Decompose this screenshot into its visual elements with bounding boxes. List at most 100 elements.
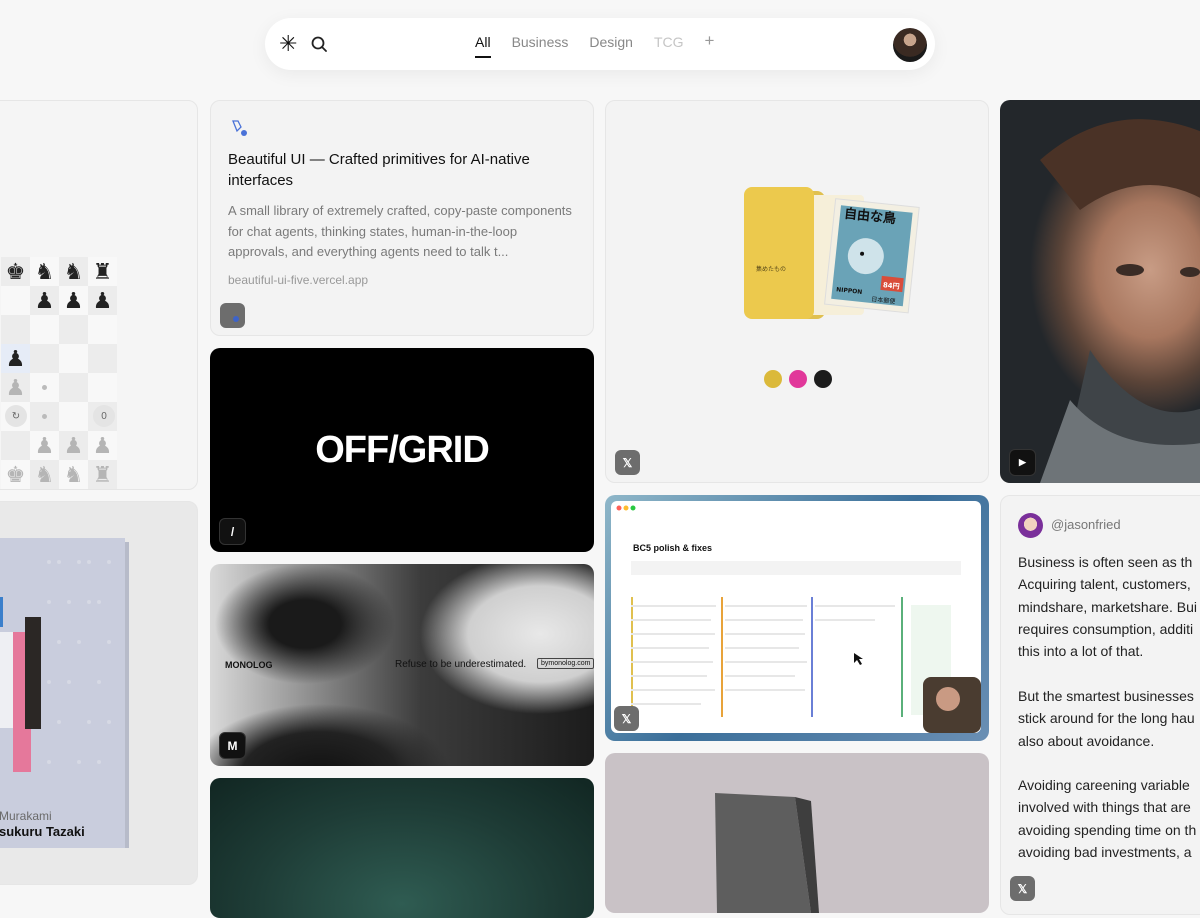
chess-square[interactable] bbox=[30, 402, 59, 431]
chess-square[interactable] bbox=[30, 373, 59, 402]
x-source-icon: 𝕏 bbox=[615, 450, 640, 475]
chess-square[interactable]: ♟ bbox=[59, 431, 88, 460]
chess-piece[interactable]: ♟ bbox=[64, 289, 84, 312]
chess-square[interactable]: ♜ bbox=[88, 460, 117, 489]
folder-label: 集めたもの bbox=[756, 265, 786, 273]
folder-stamp-card[interactable]: 自由な鳥 NIPPON 84円 日本郵便 集めたもの 𝕏 bbox=[605, 100, 989, 483]
tab-tcg[interactable]: TCG bbox=[654, 34, 684, 58]
teal-gradient-card[interactable] bbox=[210, 778, 594, 918]
chess-square[interactable]: ♟ bbox=[30, 431, 59, 460]
chess-square[interactable] bbox=[30, 315, 59, 344]
chess-piece[interactable]: ♚ bbox=[6, 260, 26, 283]
top-nav-bar: ✳ All Business Design TCG + bbox=[265, 18, 935, 70]
card-description: A small library of extremely crafted, co… bbox=[228, 203, 572, 259]
move-hint-dot[interactable] bbox=[42, 385, 47, 390]
card-url[interactable]: beautiful-ui-five.vercel.app bbox=[228, 273, 368, 287]
chess-square[interactable] bbox=[1, 315, 30, 344]
chess-square[interactable]: ♟ bbox=[59, 286, 88, 315]
kanban-board-image bbox=[616, 505, 981, 733]
chess-square[interactable] bbox=[1, 286, 30, 315]
x-source-icon: 𝕏 bbox=[1010, 876, 1035, 901]
portrait-video-card[interactable]: ▶ bbox=[1000, 100, 1200, 483]
reset-board-icon[interactable]: ↻ bbox=[5, 405, 27, 427]
chess-piece[interactable]: ♞ bbox=[35, 463, 55, 486]
chess-piece[interactable]: ♟ bbox=[93, 289, 113, 312]
youtube-icon: ▶ bbox=[1009, 449, 1036, 476]
tweet-paragraph-3: Avoiding careening variable involved wit… bbox=[1018, 777, 1197, 860]
chess-piece[interactable]: ♟ bbox=[6, 347, 26, 370]
chess-square[interactable] bbox=[1, 431, 30, 460]
book-author: Murakami bbox=[0, 809, 52, 823]
object-photo-card[interactable] bbox=[605, 753, 989, 913]
chess-square[interactable]: ♚ bbox=[1, 257, 30, 286]
move-hint-dot[interactable] bbox=[42, 414, 47, 419]
chess-square[interactable] bbox=[30, 344, 59, 373]
chess-square[interactable] bbox=[59, 315, 88, 344]
offgrid-card[interactable]: OFF/GRID / bbox=[210, 348, 594, 552]
tweet-handle[interactable]: @jasonfried bbox=[1051, 517, 1121, 532]
swatch-yellow[interactable] bbox=[764, 370, 782, 388]
board-title: BC5 polish & fixes bbox=[633, 543, 713, 553]
x-source-icon: 𝕏 bbox=[614, 706, 639, 731]
chess-piece[interactable]: ♟ bbox=[93, 434, 113, 457]
tab-business[interactable]: Business bbox=[512, 34, 569, 58]
chess-piece[interactable]: ♞ bbox=[64, 260, 84, 283]
app-window: BC5 polish & fixes bbox=[611, 501, 981, 733]
monolog-card[interactable]: MONOLOG Refuse to be underestimated. bym… bbox=[210, 564, 594, 766]
chess-square[interactable] bbox=[59, 344, 88, 373]
tweet-paragraph-1: Business is often seen as th Acquiring t… bbox=[1018, 554, 1197, 660]
grey-book-image bbox=[715, 793, 819, 913]
folder-with-stamp-image: 自由な鳥 NIPPON 84円 日本郵便 集めたもの bbox=[744, 187, 920, 319]
add-tab-icon[interactable]: + bbox=[705, 32, 715, 58]
chess-piece[interactable]: ♚ bbox=[6, 463, 26, 486]
chess-board-card[interactable]: ♚ ♞ ♞ ♜ ♟ ♟ ♟ ♟ ♟ ♟ ♟ ♟ ♚ ♞ ♞ ♜ ↻ 0 bbox=[0, 100, 198, 490]
monolog-tagline: Refuse to be underestimated. bbox=[395, 659, 527, 670]
search-icon[interactable] bbox=[311, 36, 327, 52]
swatch-black[interactable] bbox=[814, 370, 832, 388]
link-favicon-icon bbox=[232, 120, 247, 136]
chess-square[interactable]: ♞ bbox=[30, 257, 59, 286]
tweet-card[interactable]: @jasonfried Business is often seen as th… bbox=[1000, 495, 1200, 915]
swatch-pink[interactable] bbox=[789, 370, 807, 388]
chess-piece[interactable]: ♟ bbox=[6, 376, 26, 399]
book-cover-card[interactable]: Murakami sukuru Tazaki bbox=[0, 501, 198, 885]
user-avatar[interactable] bbox=[893, 28, 927, 62]
beautiful-ui-link-card[interactable]: Beautiful UI — Crafted primitives for AI… bbox=[210, 100, 594, 336]
chess-piece[interactable]: ♞ bbox=[35, 260, 55, 283]
chess-square[interactable] bbox=[88, 373, 117, 402]
portrait-image bbox=[1040, 119, 1200, 483]
offgrid-wordmark: OFF/GRID bbox=[315, 428, 490, 471]
chess-square[interactable] bbox=[88, 315, 117, 344]
basecamp-screenshot-card[interactable]: BC5 polish & fixes 𝕏 bbox=[605, 495, 989, 741]
chess-square[interactable]: ♞ bbox=[30, 460, 59, 489]
chess-square[interactable]: ♞ bbox=[59, 257, 88, 286]
chess-square[interactable]: ♜ bbox=[88, 257, 117, 286]
chess-square[interactable]: ♟ bbox=[88, 431, 117, 460]
asterisk-logo-icon[interactable]: ✳ bbox=[279, 33, 297, 55]
card-title: Beautiful UI — Crafted primitives for AI… bbox=[228, 151, 530, 189]
chess-square[interactable] bbox=[59, 373, 88, 402]
chess-square[interactable]: ♟ bbox=[1, 373, 30, 402]
chess-square[interactable]: ♟ bbox=[1, 344, 30, 373]
chess-board: ♚ ♞ ♞ ♜ ♟ ♟ ♟ ♟ ♟ ♟ ♟ ♟ ♚ ♞ ♞ ♜ bbox=[1, 257, 117, 489]
chess-square[interactable]: ♟ bbox=[88, 286, 117, 315]
chess-square[interactable]: ♚ bbox=[1, 460, 30, 489]
chess-square[interactable]: ♞ bbox=[59, 460, 88, 489]
monolog-link[interactable]: bymonolog.com bbox=[537, 658, 594, 669]
chess-square[interactable] bbox=[59, 402, 88, 431]
monolog-source-icon: M bbox=[219, 732, 246, 759]
chess-piece[interactable]: ♟ bbox=[64, 434, 84, 457]
tab-design[interactable]: Design bbox=[589, 34, 633, 58]
chess-piece[interactable]: ♜ bbox=[93, 463, 113, 486]
tab-all[interactable]: All bbox=[475, 34, 491, 58]
category-tabs: All Business Design TCG + bbox=[475, 32, 715, 58]
chess-piece[interactable]: ♞ bbox=[64, 463, 84, 486]
chess-square[interactable]: ♟ bbox=[30, 286, 59, 315]
book-title: sukuru Tazaki bbox=[0, 824, 85, 839]
chess-piece[interactable]: ♟ bbox=[35, 289, 55, 312]
chess-piece[interactable]: ♟ bbox=[35, 434, 55, 457]
tweet-paragraph-2: But the smartest businesses stick around… bbox=[1018, 688, 1195, 749]
chess-piece[interactable]: ♜ bbox=[93, 260, 113, 283]
site-badge-icon bbox=[220, 303, 245, 328]
chess-square[interactable] bbox=[88, 344, 117, 373]
